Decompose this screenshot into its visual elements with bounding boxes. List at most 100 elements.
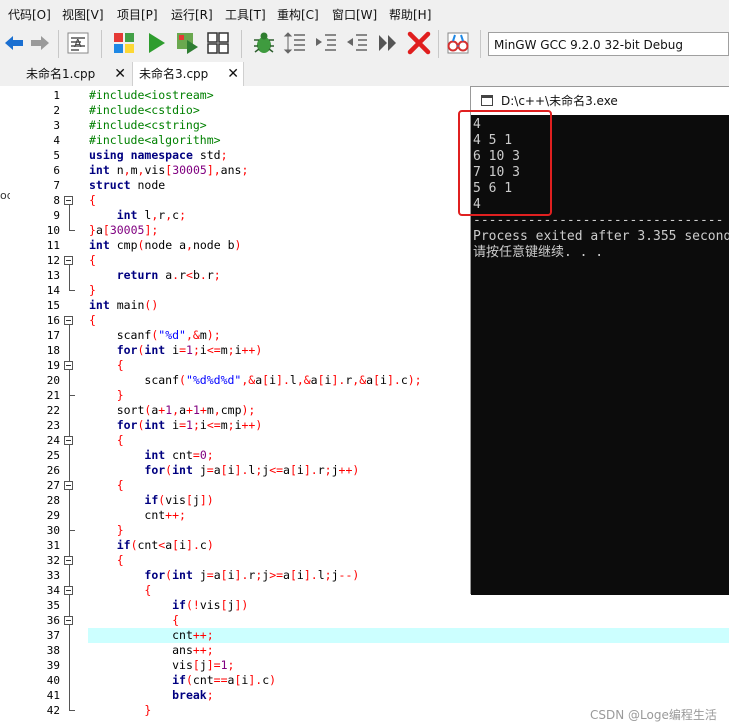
toolbar-separator [58, 30, 59, 58]
code-line[interactable]: ans++; [89, 643, 214, 658]
line-number: 9 [53, 209, 60, 222]
menu-item-tools[interactable]: 工具[T] [225, 6, 266, 23]
code-line[interactable]: } [89, 523, 124, 538]
fold-end [69, 290, 75, 291]
back-arrow-icon[interactable] [0, 29, 28, 57]
code-line[interactable]: int n,m,vis[30005],ans; [89, 163, 248, 178]
code-line[interactable]: if(cnt<a[i].c) [89, 538, 214, 553]
code-line[interactable]: { [89, 253, 96, 268]
fold-toggle-icon[interactable] [64, 556, 73, 565]
line-number: 27 [46, 479, 60, 492]
fold-toggle-icon[interactable] [64, 256, 73, 265]
close-icon[interactable]: ✕ [114, 62, 126, 86]
code-line[interactable]: struct node [89, 178, 165, 193]
line-number: 37 [46, 629, 60, 642]
forward-arrow-icon[interactable] [26, 29, 54, 57]
code-line[interactable]: { [89, 613, 179, 628]
compile-run-icon[interactable] [173, 29, 201, 57]
line-number: 19 [46, 359, 60, 372]
compiler-select[interactable]: MinGW GCC 9.2.0 32-bit Debug [488, 32, 729, 56]
toolbar: A MinGW GCC 9.2.0 32-bit Debug [0, 26, 729, 63]
code-line[interactable]: for(int j=a[i].l;j<=a[i].r;j++) [89, 463, 359, 478]
fold-toggle-icon[interactable] [64, 436, 73, 445]
code-line[interactable]: break; [89, 688, 214, 703]
code-line[interactable]: using namespace std; [89, 148, 228, 163]
console-line: 请按任意键继续. . . [473, 245, 604, 260]
line-number: 42 [46, 704, 60, 717]
menu-item-project[interactable]: 项目[P] [117, 6, 158, 23]
menu-item-code[interactable]: 代码[O] [8, 6, 51, 23]
menu-item-refactor[interactable]: 重构[C] [277, 6, 319, 23]
code-line[interactable]: scanf("%d%d%d",&a[i].l,&a[i].r,&a[i].c); [89, 373, 421, 388]
file-tab-bar: 未命名1.cpp ✕ 未命名3.cpp ✕ [0, 62, 729, 86]
fold-toggle-icon[interactable] [64, 616, 73, 625]
code-line[interactable]: scanf("%d",&m); [89, 328, 221, 343]
code-line[interactable]: if(cnt==a[i].c) [89, 673, 276, 688]
code-line[interactable]: int cnt=0; [89, 448, 213, 463]
code-line[interactable]: #include<cstdio> [89, 103, 200, 118]
code-line[interactable]: cnt++; [89, 508, 186, 523]
code-line[interactable]: } [89, 703, 151, 718]
profile-icon[interactable] [444, 29, 472, 57]
fold-toggle-icon[interactable] [64, 361, 73, 370]
code-line[interactable]: } [89, 283, 96, 298]
code-line[interactable]: for(int i=1;i<=m;i++) [89, 343, 263, 358]
unindent-icon[interactable] [312, 29, 340, 57]
menu-item-help[interactable]: 帮助[H] [389, 6, 431, 23]
code-line[interactable]: }a[30005]; [89, 223, 158, 238]
code-line[interactable]: if(!vis[j]) [89, 598, 248, 613]
fold-toggle-icon[interactable] [64, 196, 73, 205]
menu-item-window[interactable]: 窗口[W] [332, 6, 377, 23]
toggle-comment-icon[interactable] [343, 29, 371, 57]
watermark: CSDN @Loge编程生活 [590, 708, 717, 722]
compile-icon[interactable] [110, 29, 138, 57]
fold-toggle-icon[interactable] [64, 481, 73, 490]
code-line[interactable]: vis[j]=1; [89, 658, 234, 673]
fold-guide [69, 370, 70, 396]
fold-toggle-icon[interactable] [64, 586, 73, 595]
code-line[interactable]: return a.r<b.r; [89, 268, 221, 283]
code-line[interactable]: #include<algorithm> [89, 133, 221, 148]
console-window-icon [481, 95, 493, 106]
format-icon[interactable]: A [64, 29, 92, 57]
tab-label: 未命名3.cpp [139, 67, 209, 81]
code-line[interactable]: { [89, 583, 151, 598]
code-line[interactable]: } [89, 388, 124, 403]
code-line[interactable]: { [89, 553, 124, 568]
code-line[interactable]: int main() [89, 298, 158, 313]
menu-item-view[interactable]: 视图[V] [62, 6, 104, 23]
tab-label: 未命名1.cpp [26, 67, 96, 81]
code-line[interactable]: { [89, 313, 96, 328]
line-number: 12 [46, 254, 60, 267]
code-line[interactable]: { [89, 193, 96, 208]
close-icon[interactable]: ✕ [227, 62, 239, 86]
stop-icon[interactable] [405, 29, 433, 57]
code-line[interactable]: { [89, 478, 124, 493]
fold-guide [69, 265, 70, 291]
menu-item-run[interactable]: 运行[R] [171, 6, 213, 23]
tab-file-1[interactable]: 未命名1.cpp ✕ [20, 62, 130, 86]
code-line[interactable]: for(int j=a[i].r;j>=a[i].l;j--) [89, 568, 359, 583]
menu-bar: 代码[O] 视图[V] 项目[P] 运行[R] 工具[T] 重构[C] 窗口[W… [0, 0, 729, 26]
code-line[interactable]: { [89, 358, 124, 373]
code-line[interactable]: #include<cstring> [89, 118, 207, 133]
fold-end [69, 230, 75, 231]
fold-toggle-icon[interactable] [64, 316, 73, 325]
code-line[interactable]: int cmp(node a,node b) [89, 238, 241, 253]
code-line[interactable]: int l,r,c; [89, 208, 186, 223]
goto-icon[interactable] [374, 29, 402, 57]
code-line[interactable]: { [89, 433, 124, 448]
code-line[interactable]: cnt++; [89, 628, 214, 643]
indent-icon[interactable] [281, 29, 309, 57]
line-number: 7 [53, 179, 60, 192]
code-line[interactable]: #include<iostream> [89, 88, 214, 103]
code-line[interactable]: if(vis[j]) [89, 493, 213, 508]
code-line[interactable]: for(int i=1;i<=m;i++) [89, 418, 263, 433]
tab-file-3[interactable]: 未命名3.cpp ✕ [132, 62, 244, 86]
code-line[interactable]: sort(a+1,a+1+m,cmp); [89, 403, 256, 418]
rebuild-icon[interactable] [204, 29, 232, 57]
run-icon[interactable] [142, 29, 170, 57]
debug-icon[interactable] [250, 29, 278, 57]
line-number: 10 [46, 224, 60, 237]
line-number: 26 [46, 464, 60, 477]
